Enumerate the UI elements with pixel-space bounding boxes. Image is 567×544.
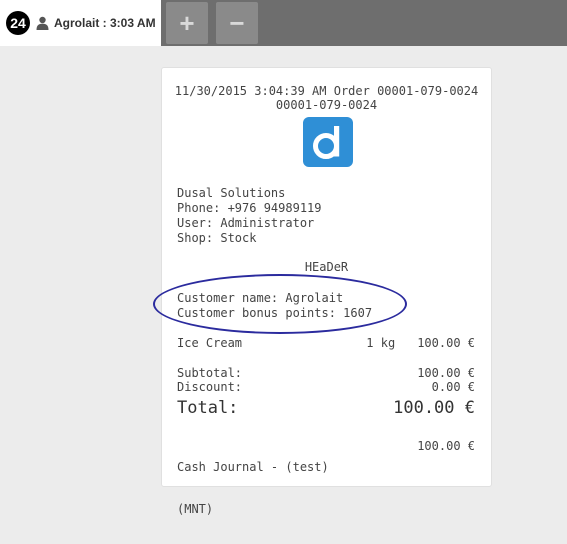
payment-currency: (MNT) [177,502,214,516]
payment-method: Cash Journal - (test) [177,460,329,474]
remove-order-button[interactable]: − [216,2,258,44]
subtotal-value: 100.00 € [417,366,475,380]
company-name: Dusal Solutions [177,186,286,200]
receipt-order-ref: 00001-079-0024 [275,98,378,112]
order-number-badge: 24 [6,11,30,35]
discount-row: Discount: 0.00 € [177,380,475,394]
discount-label: Discount: [177,380,243,394]
order-line-qty: 1 kg [366,336,396,350]
payment-row: Cash Journal - (test) (MNT) 100.00 € [177,432,475,544]
d-logo-icon [303,117,353,167]
discount-value: 0.00 € [431,380,475,394]
user-icon [36,16,49,30]
subtotal-label: Subtotal: [177,366,243,380]
order-line-price: 100.00 € [417,336,475,350]
receipt-date-order: 11/30/2015 3:04:39 AM Order 00001-079-00… [174,84,479,98]
annotation-circle [153,274,407,334]
receipt-user: User: Administrator [177,216,315,230]
payment-value: 100.00 € [417,439,475,453]
add-order-button[interactable]: + [166,2,208,44]
subtotal-row: Subtotal: 100.00 € [177,366,475,380]
company-phone: Phone: +976 94989119 [177,201,322,215]
receipt: 11/30/2015 3:04:39 AM Order 00001-079-00… [153,67,492,516]
order-line-product: Ice Cream [177,336,243,350]
receipt-header-text: HEaDeR [304,260,349,274]
order-tab-label: Agrolait : 3:03 AM [54,16,156,30]
total-row: Total: 100.00 € [177,398,475,418]
receipt-shop: Shop: Stock [177,231,257,245]
order-tabs-bar: 24 Agrolait : 3:03 AM + − [0,0,567,46]
total-label: Total: [177,398,239,418]
total-value: 100.00 € [393,398,475,418]
order-line: Ice Cream 1 kg 100.00 € [177,336,475,350]
order-tab[interactable]: 24 Agrolait : 3:03 AM [0,0,161,46]
